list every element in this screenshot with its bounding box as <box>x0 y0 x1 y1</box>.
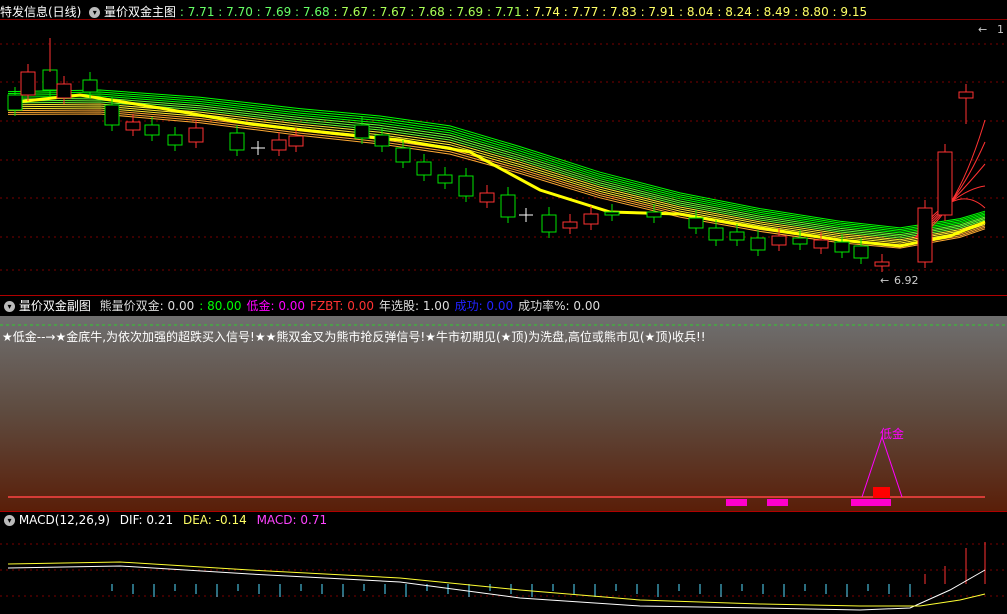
signal-bar <box>851 499 891 506</box>
sub-value-item: 年选股: 1.00 <box>379 299 450 313</box>
signal-label: 低金 <box>880 426 904 441</box>
main-grid <box>0 19 1007 271</box>
sub-value-item: 成功: 0.00 <box>454 299 514 313</box>
signal-bar <box>726 499 747 506</box>
sub-value-item: 成功率%: 0.00 <box>518 299 601 313</box>
sub-chart-overlay: 低金 <box>0 324 1007 512</box>
low-price-label: 6.92 <box>894 274 919 287</box>
macd-chart[interactable] <box>0 528 1007 614</box>
sub-value-item: 熊量价双金: 0.00 <box>99 299 195 313</box>
sub-value-item: : 80.00 <box>199 299 242 313</box>
sub-value-item: FZBT: 0.00 <box>310 299 374 313</box>
sub-value-item: 低金: 0.00 <box>246 299 306 313</box>
signal-bar <box>767 499 788 506</box>
svg-text:←: ← <box>880 274 889 287</box>
svg-text:←: ← <box>978 23 987 36</box>
low-price-annotation: ← 6.92 <box>880 274 919 287</box>
sub-chart-header: ▾ 量价双金副图 熊量价双金: 0.00 : 80.00 低金: 0.00 FZBT:… <box>0 297 600 315</box>
sub-values: 熊量价双金: 0.00 : 80.00 低金: 0.00 FZBT: 0.00 年选股:… <box>95 299 600 313</box>
ma-ribbon <box>7 89 986 249</box>
sub-indicator-name[interactable]: 量价双金副图 <box>19 299 91 313</box>
corner-marker: ← 1 <box>978 23 1004 36</box>
chevron-down-icon[interactable]: ▾ <box>4 301 15 312</box>
signal-box <box>873 487 890 498</box>
svg-text:1: 1 <box>997 23 1004 36</box>
chevron-down-icon[interactable]: ▾ <box>4 515 15 526</box>
macd-header: ▾ MACD(12,26,9) DIF: 0.21 DEA: -0.14 MAC… <box>0 511 327 529</box>
main-price-chart[interactable]: ← 6.92 ← 1 <box>0 0 1007 296</box>
macd-indicator-name[interactable]: MACD(12,26,9) <box>19 513 110 527</box>
